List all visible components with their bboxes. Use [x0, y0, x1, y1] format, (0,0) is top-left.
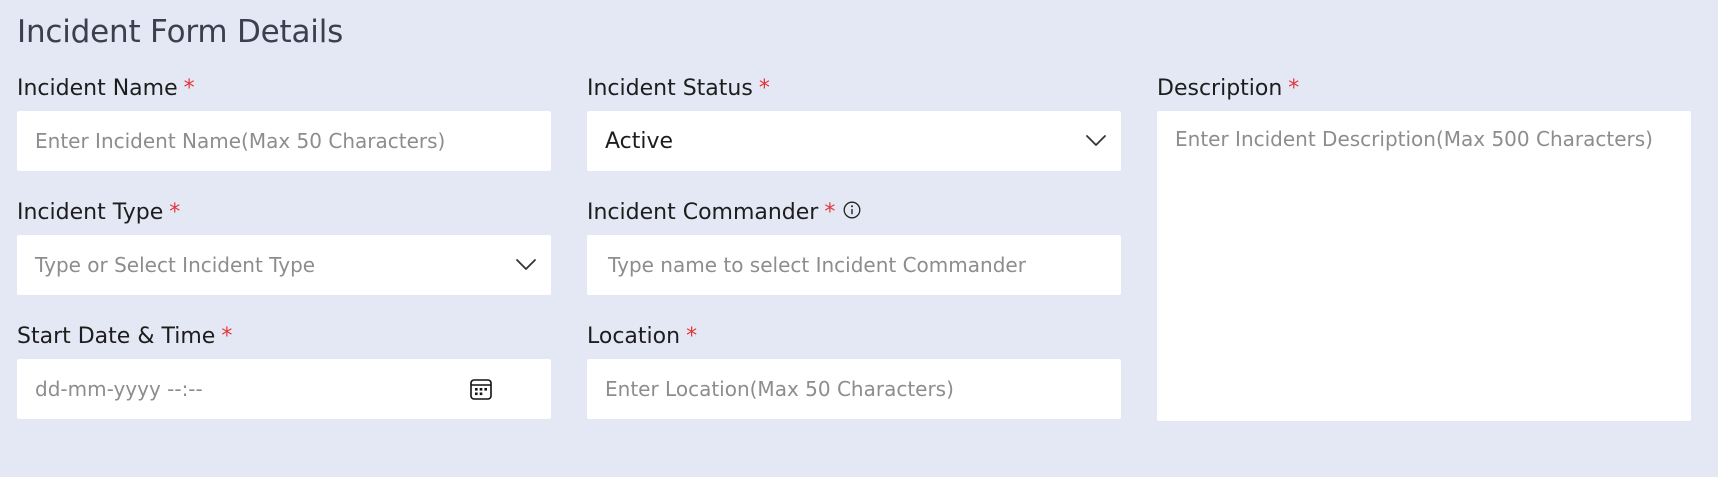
required-marker: * [686, 324, 698, 349]
incident-status-label: Incident Status * [587, 76, 770, 101]
incident-name-placeholder: Enter Incident Name(Max 50 Characters) [35, 129, 446, 153]
start-datetime-label-text: Start Date & Time [17, 324, 216, 349]
incident-commander-label-text: Incident Commander [587, 200, 819, 225]
incident-name-label: Incident Name * [17, 76, 195, 101]
page-title: Incident Form Details [17, 14, 344, 50]
chevron-down-icon [1086, 135, 1106, 146]
incident-commander-label: Incident Commander * [587, 200, 861, 225]
required-marker: * [183, 76, 195, 101]
required-marker: * [1288, 76, 1300, 101]
incident-type-label-text: Incident Type [17, 200, 164, 225]
description-placeholder: Enter Incident Description(Max 500 Chara… [1175, 127, 1653, 151]
incident-status-label-text: Incident Status [587, 76, 753, 101]
info-icon[interactable] [843, 201, 861, 219]
location-label-text: Location [587, 324, 681, 349]
description-textarea[interactable]: Enter Incident Description(Max 500 Chara… [1157, 111, 1691, 421]
incident-commander-input[interactable]: Type name to select Incident Commander [587, 235, 1121, 295]
location-label: Location * [587, 324, 697, 349]
location-input[interactable]: Enter Location(Max 50 Characters) [587, 359, 1121, 419]
required-marker: * [758, 76, 770, 101]
incident-status-value: Active [605, 128, 674, 154]
location-placeholder: Enter Location(Max 50 Characters) [605, 377, 954, 401]
start-datetime-label: Start Date & Time * [17, 324, 232, 349]
incident-status-select[interactable]: Active [587, 111, 1121, 171]
incident-type-label: Incident Type * [17, 200, 180, 225]
calendar-icon[interactable] [469, 377, 493, 401]
start-datetime-input[interactable]: dd-mm-yyyy --:-- [17, 359, 551, 419]
required-marker: * [221, 324, 233, 349]
incident-name-input[interactable]: Enter Incident Name(Max 50 Characters) [17, 111, 551, 171]
required-marker: * [169, 200, 181, 225]
required-marker: * [824, 200, 836, 225]
description-label-text: Description [1157, 76, 1283, 101]
incident-type-combobox[interactable]: Type or Select Incident Type [17, 235, 551, 295]
incident-type-placeholder: Type or Select Incident Type [35, 253, 316, 277]
incident-commander-placeholder: Type name to select Incident Commander [608, 253, 1026, 277]
chevron-down-icon [516, 259, 536, 270]
incident-name-label-text: Incident Name [17, 76, 178, 101]
description-label: Description * [1157, 76, 1299, 101]
start-datetime-placeholder: dd-mm-yyyy --:-- [35, 377, 203, 401]
